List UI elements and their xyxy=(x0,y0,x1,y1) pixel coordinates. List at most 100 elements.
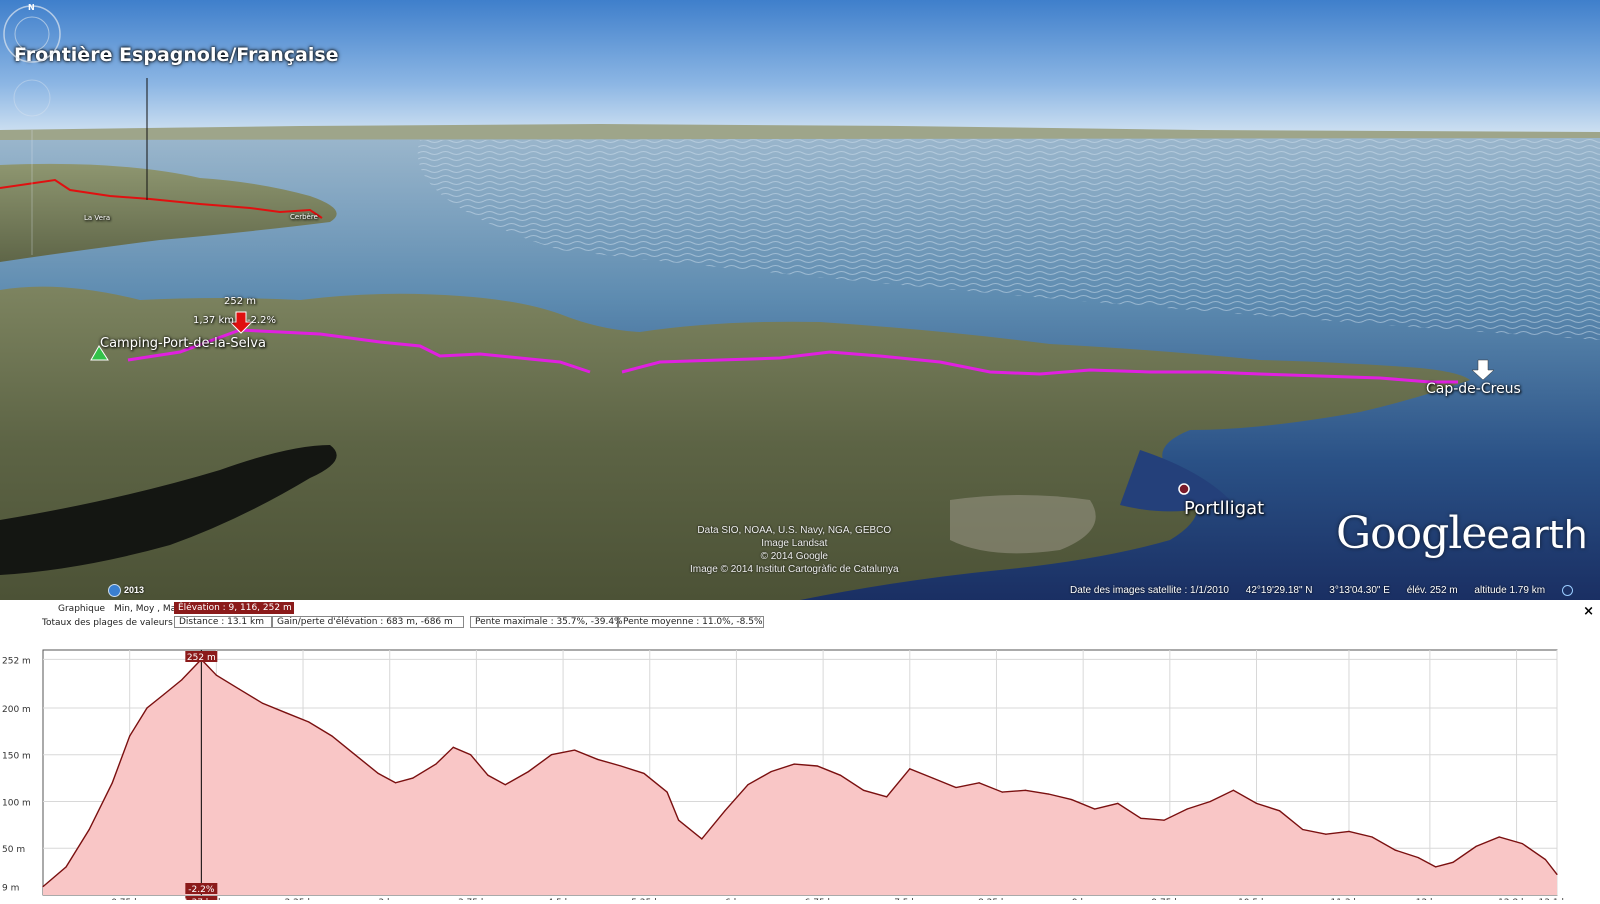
poi-label-portlligat[interactable]: Portlligat xyxy=(1184,498,1264,519)
latitude: 42°19'29.18" N xyxy=(1245,585,1313,597)
elevation-point xyxy=(394,782,397,784)
close-profile-button[interactable]: × xyxy=(1583,604,1594,619)
elevation-point xyxy=(308,721,310,723)
logo-earth: earth xyxy=(1486,513,1588,557)
elevation-point xyxy=(550,754,553,756)
elevation-point xyxy=(1556,873,1558,876)
y-tick-label: 9 m xyxy=(2,884,19,894)
y-tick-label: 200 m xyxy=(2,705,31,715)
elevation-point xyxy=(955,786,957,789)
elevation-point xyxy=(65,866,67,868)
place-label-la-vera: La Vera xyxy=(84,214,111,222)
elevation-chart-svg[interactable]: 9 m50 m100 m150 m200 m252 m0.75 km1.5 km… xyxy=(0,630,1600,904)
y-tick-label: 252 m xyxy=(2,656,31,666)
look-joystick-icon[interactable] xyxy=(14,16,50,52)
elevation-point xyxy=(1348,830,1350,833)
elevation-point xyxy=(412,777,414,779)
elevation-point xyxy=(181,679,183,681)
avg-slope-stat[interactable]: Pente moyenne : 11.0%, -8.5% xyxy=(618,616,764,628)
earth-3d-view[interactable]: Frontière Espagnole/Française La Vera Ce… xyxy=(0,0,1600,600)
elevation-point xyxy=(1521,842,1523,845)
elevation-point xyxy=(1417,856,1419,859)
compass-ring-icon[interactable] xyxy=(3,5,61,63)
end-label[interactable]: Cap-de-Creus xyxy=(1426,381,1521,397)
historical-imagery-badge[interactable]: 2013 xyxy=(108,584,144,597)
elevation-profile-panel[interactable]: Graphique Min, Moy , Max Élévation : 9, … xyxy=(0,600,1600,904)
elevation-point xyxy=(1186,808,1188,810)
distance-stat[interactable]: Distance : 13.1 km xyxy=(174,616,272,628)
altitude-readout: altitude 1.79 km xyxy=(1474,585,1546,597)
elevation-point xyxy=(163,693,165,695)
gain-loss-stat[interactable]: Gain/perte d'élévation : 683 m, -686 m xyxy=(272,616,464,628)
max-slope-stat[interactable]: Pente maximale : 35.7%, -39.4% xyxy=(470,616,623,628)
elevation-point xyxy=(1047,793,1050,795)
elevation-point xyxy=(1498,836,1500,838)
elevation-point xyxy=(1394,849,1396,851)
longitude: 3°13'04.30" E xyxy=(1329,585,1390,597)
elevation-point xyxy=(862,789,865,791)
elevation-point xyxy=(1140,817,1142,819)
portlligat-pin-icon[interactable] xyxy=(1178,483,1190,495)
marker-elevation: 252 m xyxy=(224,296,257,307)
y-tick-label: 150 m xyxy=(2,752,31,762)
graph-label: Graphique xyxy=(58,604,106,614)
elevation-point xyxy=(261,702,264,704)
credit-line: © 2014 Google xyxy=(760,551,828,562)
totals-label: Totaux des plages de valeurs xyxy=(42,618,173,628)
streaming-icon xyxy=(1561,585,1573,596)
elevation-point xyxy=(574,749,576,751)
credit-line: Image Landsat xyxy=(761,538,828,549)
elevation-point xyxy=(129,735,131,737)
elevation-point xyxy=(1544,858,1547,861)
navigation-controls[interactable]: N xyxy=(0,0,64,260)
elevation-point xyxy=(816,765,818,767)
globe-icon xyxy=(108,584,121,597)
move-joystick-icon[interactable] xyxy=(13,79,51,117)
profile-toolbar: Graphique Min, Moy , Max Élévation : 9, … xyxy=(0,602,1600,632)
marker-slope: -2.2% xyxy=(247,315,277,326)
imagery-date: Date des images satellite : 1/1/2010 xyxy=(1070,585,1229,597)
y-tick-label: 100 m xyxy=(2,798,31,808)
elevation-point xyxy=(1070,799,1073,801)
place-label-cerbere: Cerbère xyxy=(290,213,318,221)
elevation-chart[interactable]: 9 m50 m100 m150 m200 m252 m0.75 km1.5 km… xyxy=(0,630,1600,904)
elevation-point xyxy=(215,674,217,676)
elevation-point xyxy=(1371,836,1373,838)
elevation-point xyxy=(527,770,530,773)
elevation-point xyxy=(435,763,437,765)
elevation-point xyxy=(1325,833,1327,835)
elevation-point xyxy=(839,774,842,776)
elevation-stats[interactable]: Élévation : 9, 116, 252 m xyxy=(174,602,294,614)
y-tick-label: 50 m xyxy=(2,845,25,855)
logo-google: Google xyxy=(1336,508,1487,559)
elevation-point xyxy=(487,774,489,776)
elevation-point xyxy=(909,768,911,770)
imagery-credits: Data SIO, NOAA, U.S. Navy, NGA, GEBCO Im… xyxy=(690,524,899,576)
cursor-slope-label: -2.2% xyxy=(188,885,215,895)
elevation-point xyxy=(1232,789,1234,791)
elevation-point xyxy=(354,754,356,756)
sky xyxy=(0,0,1600,140)
elevation-point xyxy=(1302,828,1304,831)
start-label[interactable]: Camping-Port-de-la-Selva xyxy=(100,336,266,351)
elevation-point xyxy=(111,782,113,784)
elevation-point xyxy=(643,772,645,775)
elevation-point xyxy=(1024,789,1026,791)
marker-distance: 1,37 km xyxy=(193,315,234,326)
elevation-point xyxy=(1435,866,1437,868)
elevation-point xyxy=(678,819,680,821)
elevation-point xyxy=(452,746,454,748)
elevation-point xyxy=(724,810,726,812)
credit-line: Image © 2014 Institut Cartogràfic de Cat… xyxy=(690,564,899,575)
year-label: 2013 xyxy=(124,584,145,595)
elevation-point xyxy=(470,754,472,756)
elevation-point xyxy=(1001,791,1003,793)
elevation-point xyxy=(932,777,934,779)
elevation-point xyxy=(1163,819,1165,821)
compass-north: N xyxy=(28,3,35,12)
cursor-elevation-label: 252 m xyxy=(187,653,216,663)
elevation-point xyxy=(238,688,241,690)
elevation-point xyxy=(1255,802,1258,804)
elevation-point xyxy=(377,772,379,775)
elevation-point xyxy=(1475,845,1477,847)
